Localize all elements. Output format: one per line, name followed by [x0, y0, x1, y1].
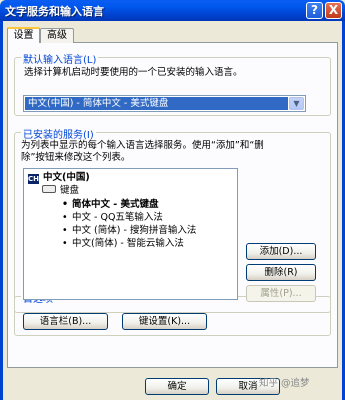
bullet-icon: •: [62, 225, 68, 236]
tree-item[interactable]: • 中文 (简体) - 搜狗拼音输入法: [62, 225, 196, 237]
chevron-down-icon[interactable]: ▼: [289, 97, 304, 110]
tab-advanced[interactable]: 高级: [40, 28, 74, 43]
bullet-icon: •: [62, 199, 69, 210]
tree-item[interactable]: • 简体中文 - 美式键盘: [62, 199, 159, 211]
remove-button[interactable]: 删除(R): [246, 264, 316, 281]
tree-item-label: 中文(简体) - 智能云输入法: [72, 238, 184, 249]
ok-button[interactable]: 确定: [145, 378, 209, 395]
tree-language-node[interactable]: CH 中文(中国): [28, 172, 90, 184]
default-language-legend: 默认输入语言(L): [21, 51, 99, 66]
tree-category-node[interactable]: 键盘: [42, 185, 79, 197]
close-button[interactable]: X: [325, 2, 342, 19]
tree-item[interactable]: • 中文(简体) - 智能云输入法: [62, 238, 184, 250]
default-language-description: 选择计算机启动时要使用的一个已安装的输入语言。: [24, 67, 243, 78]
watermark: 知乎 @追梦: [259, 378, 310, 389]
bullet-icon: •: [62, 212, 68, 223]
installed-services-legend: 已安装的服务(I): [21, 126, 96, 141]
installed-services-description-line-1: 为列表中显示的每个输入语言选择服务。使用“添加”和“删: [21, 140, 264, 151]
tab-settings[interactable]: 设置: [7, 27, 40, 43]
language-badge-icon: CH: [28, 174, 39, 184]
installed-services-tree[interactable]: CH 中文(中国) 键盘 • 简体中文 - 美式键盘 • 中文 - QQ五笔输入法 •…: [23, 168, 238, 300]
title-bar[interactable]: 文字服务和输入语言 ? X: [0, 0, 345, 21]
bullet-icon: •: [62, 238, 68, 249]
window-title: 文字服务和输入语言: [5, 5, 104, 18]
help-button[interactable]: ?: [306, 2, 323, 19]
key-settings-button[interactable]: 键设置(K)...: [122, 313, 207, 330]
language-bar-button[interactable]: 语言栏(B)...: [23, 313, 108, 330]
tree-item-label: 简体中文 - 美式键盘: [72, 199, 159, 210]
tree-language-label: 中文(中国): [43, 172, 90, 183]
installed-services-description-line-2: 除”按钮来修改这个列表。: [21, 152, 131, 163]
tree-category-label: 键盘: [60, 185, 80, 196]
add-button[interactable]: 添加(D)...: [246, 243, 316, 260]
tree-item-label: 中文 (简体) - 搜狗拼音输入法: [72, 225, 197, 236]
default-language-select[interactable]: 中文(中国) - 简体中文 - 美式键盘 ▼: [23, 95, 306, 112]
keyboard-icon: [42, 185, 56, 193]
tree-item-label: 中文 - QQ五笔输入法: [72, 212, 163, 223]
properties-button[interactable]: 属性(P)...: [246, 285, 316, 302]
default-language-selected-value: 中文(中国) - 简体中文 - 美式键盘: [25, 97, 288, 110]
tree-item[interactable]: • 中文 - QQ五笔输入法: [62, 212, 163, 224]
